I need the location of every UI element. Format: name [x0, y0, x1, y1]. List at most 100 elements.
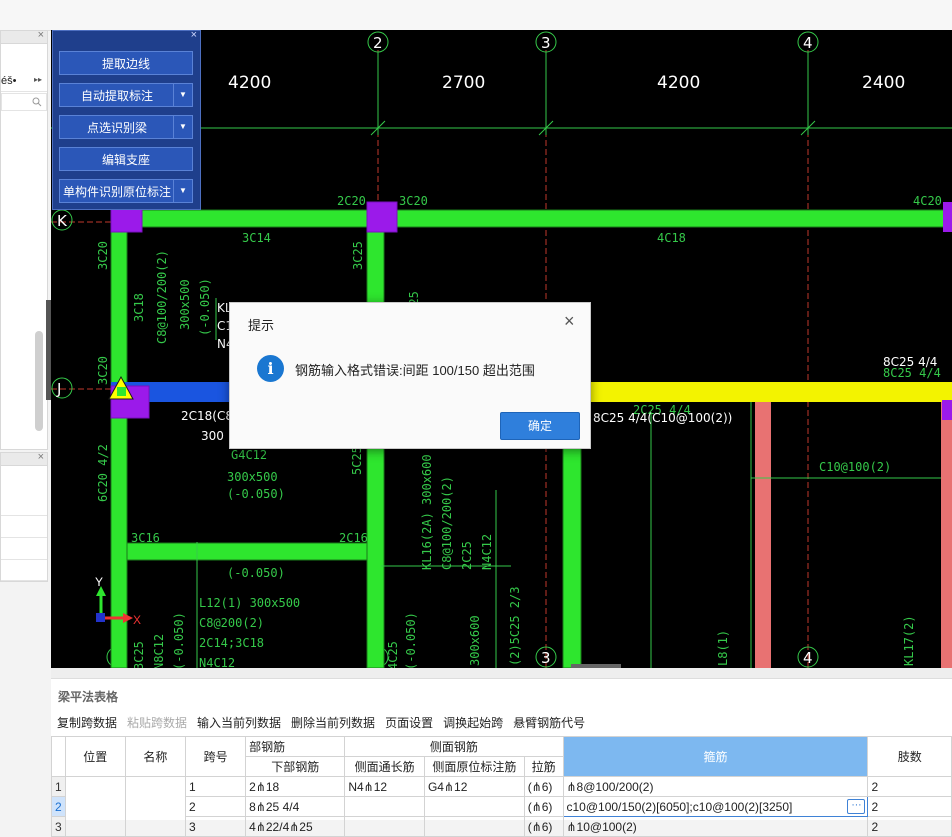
rebar-label: C10@100(2)	[819, 460, 891, 474]
bottom-rebar-cell[interactable]: 2⋔18	[245, 776, 346, 797]
input-column-data-button[interactable]: 输入当前列数据	[197, 716, 281, 730]
left-panel-lower-row[interactable]	[1, 559, 47, 581]
left-panel-close-icon[interactable]: ×	[38, 29, 44, 41]
rebar-label: 3C20	[399, 194, 428, 208]
axis-label-bottom: 4	[803, 649, 813, 667]
header-side-original[interactable]: 侧面原位标注筋	[423, 756, 525, 777]
rebar-label: C8@100/200(2)	[440, 476, 454, 570]
side-through-cell[interactable]: N4⋔12	[344, 776, 425, 797]
delete-column-data-button[interactable]: 删除当前列数据	[291, 716, 375, 730]
rebar-label: C8@100/200(2)	[155, 250, 169, 344]
cantilever-rebar-code-button[interactable]: 悬臂钢筋代号	[513, 716, 585, 730]
dimension-value: 4200	[228, 73, 271, 93]
header-side-through[interactable]: 侧面通长筋	[344, 756, 425, 777]
rebar-label: 4C18	[657, 231, 686, 245]
left-panel-item[interactable]: éš• ▸▸	[1, 73, 47, 92]
tie-cell[interactable]: (⋔6)	[523, 776, 564, 797]
span-cell[interactable]: 2	[184, 796, 247, 817]
table-row-selected[interactable]: 2 2 8⋔25 4/4 (⋔6) c10@100/150(2)[6050];c…	[51, 796, 952, 817]
bottom-rebar-cell[interactable]: 8⋔25 4/4	[245, 796, 346, 817]
stirrup-edit-input[interactable]: c10@100/150(2)[6050];c10@100(2)[3250]	[567, 800, 793, 814]
dialog-title: 提示	[248, 318, 275, 333]
rebar-label: 300x500	[178, 279, 192, 330]
beam-kl17[interactable]	[941, 402, 952, 668]
rebar-label: 2C25	[460, 541, 474, 570]
header-tie[interactable]: 拉筋	[523, 756, 564, 777]
header-position[interactable]: 位置	[64, 736, 126, 777]
row-number[interactable]: 1	[51, 776, 66, 797]
ok-button[interactable]: 确定	[500, 412, 580, 440]
position-cell[interactable]	[64, 776, 126, 837]
column-beam-1[interactable]	[110, 209, 128, 668]
swap-start-span-button[interactable]: 调换起始跨	[443, 716, 503, 730]
top-toolbar-strip	[0, 0, 952, 31]
support[interactable]	[366, 201, 398, 233]
page-setup-button[interactable]: 页面设置	[385, 716, 433, 730]
beam-l12[interactable]	[126, 542, 368, 561]
pick-identify-beam-button[interactable]: 点选识别梁 ▼	[59, 115, 193, 139]
rebar-label: (-0.050)	[172, 612, 186, 668]
stirrup-cell[interactable]: ⋔8@100/200(2)	[562, 776, 869, 797]
auto-extract-annotation-label: 自动提取标注	[80, 89, 153, 103]
header-legs[interactable]: 肢数	[867, 736, 952, 777]
extract-edge-button[interactable]: 提取边线	[59, 51, 193, 75]
header-bottom-group[interactable]: 部钢筋	[245, 736, 346, 757]
rebar-label: KL16(2A) 300x600	[420, 454, 434, 570]
more-options-icon[interactable]: ⋯	[847, 799, 866, 814]
stirrup-edit-cell[interactable]: c10@100/150(2)[6050];c10@100(2)[3250] ⋯	[562, 796, 869, 817]
extract-edge-label: 提取边线	[101, 57, 150, 71]
header-stirrup[interactable]: 箍筋	[562, 736, 869, 777]
dialog-close-icon[interactable]: ×	[564, 311, 575, 332]
rebar-label: (2)5C25 2/3	[508, 587, 522, 666]
edit-support-button[interactable]: 编辑支座	[59, 147, 193, 171]
collapse-icon[interactable]: ▸▸	[34, 75, 42, 84]
rebar-label: C8@200(2)	[199, 616, 264, 630]
alert-dialog: 提示 × i 钢筋输入格式错误:间距 100/150 超出范围 确定	[229, 302, 591, 449]
chevron-down-icon[interactable]: ▼	[173, 84, 192, 106]
chevron-down-icon[interactable]: ▼	[173, 116, 192, 138]
beam-label: 2C18(C8	[181, 409, 233, 423]
beam-k[interactable]	[110, 209, 952, 228]
left-panel-lower-row[interactable]	[1, 537, 47, 558]
rebar-label: 4C25	[386, 641, 400, 668]
left-panel-lower-row[interactable]	[1, 515, 47, 536]
rebar-label: 4C20	[913, 194, 942, 208]
dimension-value: 2400	[862, 73, 905, 93]
header-name[interactable]: 名称	[124, 736, 187, 777]
side-original-cell[interactable]: G4⋔12	[423, 776, 525, 797]
header-side-group[interactable]: 侧面钢筋	[344, 736, 564, 757]
table-row[interactable]: 1 1 2⋔18 N4⋔12 G4⋔12 (⋔6) ⋔8@100/200(2) …	[51, 776, 952, 837]
axis-label-left: K	[57, 212, 68, 230]
tools-panel-close-icon[interactable]: ×	[191, 29, 197, 41]
table-corner	[51, 736, 66, 777]
support[interactable]	[942, 400, 952, 420]
tie-cell[interactable]: (⋔6)	[523, 796, 564, 817]
legs-cell[interactable]: 2	[867, 796, 952, 817]
table-toolbar: 复制跨数据 粘贴跨数据 输入当前列数据 删除当前列数据 页面设置 调换起始跨 悬臂钢筋代号	[57, 714, 595, 730]
left-panel-lower-close-icon[interactable]: ×	[38, 451, 44, 463]
header-bottom-rebar[interactable]: 下部钢筋	[245, 756, 346, 777]
rebar-label: 3C25	[132, 641, 146, 668]
side-through-cell[interactable]	[344, 796, 425, 817]
beam-l8[interactable]	[755, 402, 771, 668]
rebar-label: L12(1) 300x500	[199, 596, 300, 610]
left-panel-item-label: éš•	[1, 75, 17, 87]
name-cell[interactable]	[124, 776, 187, 837]
search-icon	[32, 97, 42, 107]
side-original-cell[interactable]	[423, 796, 525, 817]
chevron-down-icon[interactable]: ▼	[173, 180, 192, 202]
row-number[interactable]: 2	[51, 796, 66, 817]
rebar-label: 5C25	[350, 446, 364, 475]
single-member-identify-button[interactable]: 单构件识别原位标注 ▼	[59, 179, 193, 203]
copy-span-data-button[interactable]: 复制跨数据	[57, 716, 117, 730]
support[interactable]	[943, 202, 952, 232]
paste-span-data-button[interactable]: 粘贴跨数据	[127, 716, 187, 730]
left-panel-lower: ×	[0, 451, 48, 582]
left-panel-scrollbar[interactable]	[35, 331, 43, 431]
legs-cell[interactable]: 2	[867, 776, 952, 797]
left-panel-search-input[interactable]	[1, 93, 47, 111]
header-span[interactable]: 跨号	[184, 736, 247, 777]
rebar-label: N4C12	[199, 656, 235, 668]
span-cell[interactable]: 1	[184, 776, 247, 797]
auto-extract-annotation-button[interactable]: 自动提取标注 ▼	[59, 83, 193, 107]
